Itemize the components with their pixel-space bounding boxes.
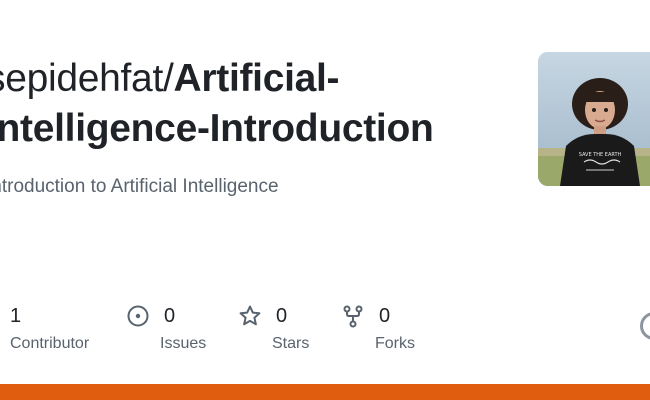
stat-contributors[interactable]: 1 Contributor [10, 300, 89, 353]
repo-stats: 1 Contributor 0 Issues 0 Stars 0 Forks [0, 300, 650, 360]
stat-value: 0 [379, 304, 391, 327]
repo-title: sepidehfat/Artificial- Intelligence-Intr… [0, 54, 506, 154]
stat-label: Contributor [10, 335, 90, 352]
repo-description: Introduction to Artificial Intelligence [0, 176, 279, 197]
owner-avatar[interactable]: SAVE THE EARTH [538, 52, 650, 186]
stat-label: Forks [375, 335, 415, 352]
stat-value: 1 [10, 304, 22, 327]
repo-name-part2[interactable]: Intelligence-Introduction [0, 107, 434, 150]
stat-label: Issues [160, 335, 207, 352]
stat-forks[interactable]: 0 Forks [341, 300, 415, 353]
stat-label: Stars [272, 335, 310, 352]
stat-stars[interactable]: 0 Stars [238, 300, 309, 353]
stat-issues[interactable]: 0 Issues [126, 300, 206, 353]
stat-value: 0 [276, 304, 288, 327]
repo-title-line1: sepidehfat/Artificial- [0, 54, 506, 104]
repo-name-part1[interactable]: Artificial- [174, 57, 340, 100]
star-icon [238, 304, 262, 328]
fork-icon [341, 304, 365, 328]
repo-title-line2: Intelligence-Introduction [0, 104, 506, 154]
stat-value: 0 [164, 304, 176, 327]
language-color-bar [0, 384, 650, 400]
avatar-shirt-text: SAVE THE EARTH [579, 152, 622, 158]
repo-owner[interactable]: sepidehfat/ [0, 57, 174, 100]
issue-icon [126, 304, 150, 328]
